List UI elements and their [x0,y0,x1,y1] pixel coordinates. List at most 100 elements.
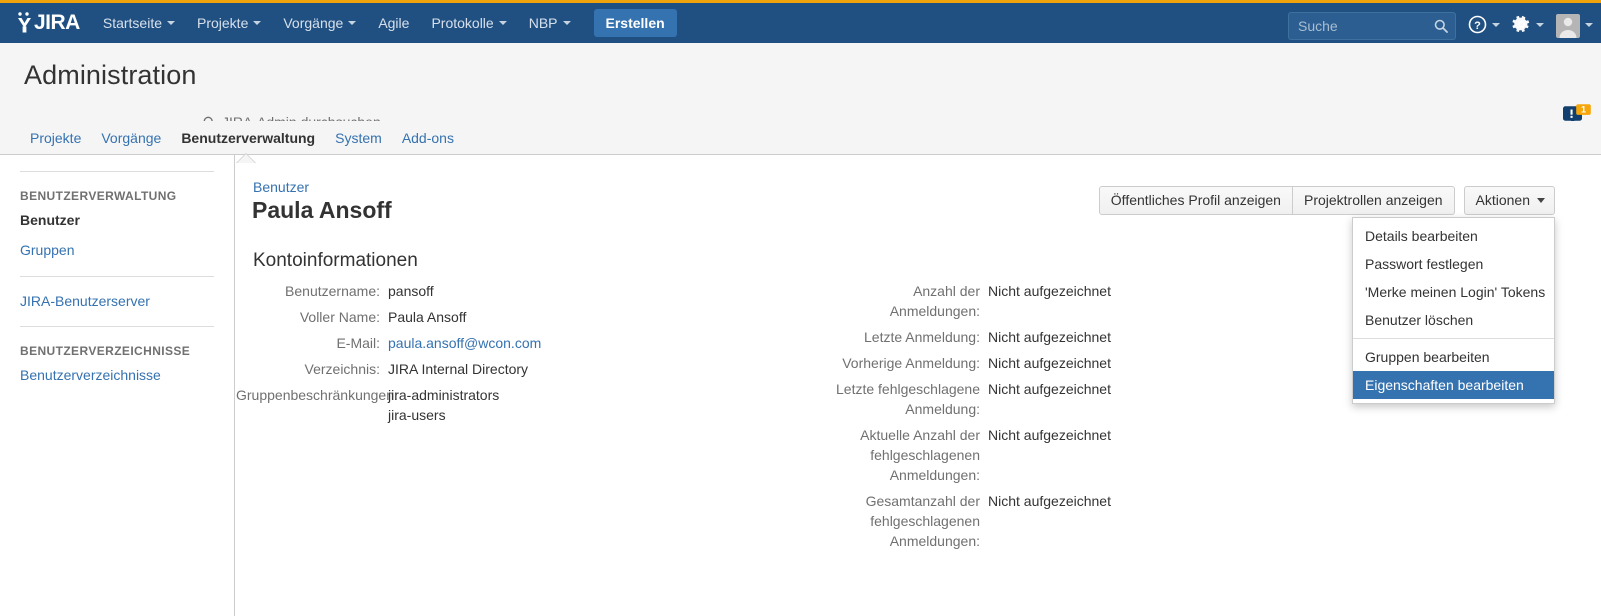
tab-projekte[interactable]: Projekte [20,130,91,146]
feedback-badge-count: 1 [1581,105,1587,116]
svg-text:?: ? [1474,20,1481,32]
nav-item-vorgaenge[interactable]: Vorgänge [272,3,367,43]
tab-benutzerverwaltung[interactable]: Benutzerverwaltung [171,130,325,146]
label-anzahl-anmeldungen: Anzahl der Anmeldungen: [889,283,980,319]
info-row-email: E-Mail: paula.ansoff@wcon.com [236,333,826,353]
sidebar-item-benutzerverzeichnisse[interactable]: Benutzerverzeichnisse [20,360,214,390]
view-buttons-group: Öffentliches Profil anzeigen Projektroll… [1098,186,1455,215]
main-content: Benutzer Paula Ansoff Kontoinformationen… [236,155,1601,616]
menu-item-merke-meinen-login-tokens[interactable]: 'Merke meinen Login' Tokens [1353,278,1554,306]
label-letzte-anmeldung: Letzte Anmeldung: [864,329,980,345]
sidebar-heading-benutzerverzeichnisse: BENUTZERVERZEICHNISSE [20,344,191,358]
admin-tab-bar: Projekte Vorgänge Benutzerverwaltung Sys… [0,121,1601,155]
label-letzte-fehlgeschlagene-anmeldung: Letzte fehlgeschlagene Anmeldung: [836,381,980,417]
top-nav-right-group: ? [1288,6,1593,46]
chevron-down-icon [498,21,507,26]
help-menu-button[interactable]: ? [1468,11,1500,41]
nav-item-nbp[interactable]: NBP [518,3,582,43]
menu-item-benutzer-loeschen[interactable]: Benutzer löschen [1353,306,1554,334]
nav-item-startseite[interactable]: Startseite [92,3,186,43]
menu-item-details-bearbeiten[interactable]: Details bearbeiten [1353,222,1554,250]
user-avatar-icon [1556,14,1580,38]
settings-menu-button[interactable] [1512,11,1544,41]
sidebar-group-benutzerverwaltung: BENUTZERVERWALTUNG Benutzer Gruppen [0,172,234,265]
value-letzte-fehlgeschlagene-anmeldung: Nicht aufgezeichnet [988,381,1111,397]
menu-item-eigenschaften-bearbeiten[interactable]: Eigenschaften bearbeiten [1353,371,1554,399]
view-public-profile-button[interactable]: Öffentliches Profil anzeigen [1098,186,1293,215]
active-tab-pointer [237,154,255,163]
top-nav-items: Startseite Projekte Vorgänge Agile Proto… [92,3,677,43]
chevron-down-icon [1536,23,1544,27]
actions-dropdown-menu: Details bearbeiten Passwort festlegen 'M… [1352,217,1555,404]
chevron-down-icon [348,21,357,26]
label-vorherige-anmeldung: Vorherige Anmeldung: [842,355,980,371]
menu-item-gruppen-bearbeiten[interactable]: Gruppen bearbeiten [1353,343,1554,371]
jira-logo-text: JIRA [34,11,80,34]
value-benutzername: pansoff [388,283,434,299]
account-info-right-column: Anzahl der Anmeldungen: Nicht aufgezeich… [836,281,1436,557]
chevron-down-icon [1492,23,1500,27]
info-row-verzeichnis: Verzeichnis: JIRA Internal Directory [236,359,826,379]
value-verzeichnis: JIRA Internal Directory [388,361,529,377]
top-navigation-bar: JIRA Startseite Projekte Vorgänge Agile … [0,0,1601,43]
chevron-down-icon [562,21,571,26]
value-letzte-anmeldung: Nicht aufgezeichnet [988,329,1111,345]
sidebar-group-benutzerverzeichnisse: BENUTZERVERZEICHNISSE Benutzerverzeichni… [0,327,234,390]
value-voller-name: Paula Ansoff [388,309,467,325]
nav-item-agile[interactable]: Agile [367,3,420,43]
sidebar-item-jira-benutzerserver[interactable]: JIRA-Benutzerserver [20,286,214,316]
nav-item-projekte[interactable]: Projekte [186,3,272,43]
chevron-down-icon [1585,23,1593,27]
value-vorherige-anmeldung: Nicht aufgezeichnet [988,355,1111,371]
section-title-kontoinformationen: Kontoinformationen [253,250,418,271]
info-row-benutzername: Benutzername: pansoff [236,281,826,301]
chevron-down-icon [1537,198,1545,203]
menu-separator [1353,338,1554,339]
tab-system[interactable]: System [325,130,392,146]
info-row-letzte-anmeldung: Letzte Anmeldung: Nicht aufgezeichnet [836,327,1436,347]
label-aktuelle-anzahl-fehlgeschlagen: Aktuelle Anzahl der fehlgeschlagenen Anm… [860,427,980,483]
page-title: Paula Ansoff [252,197,392,223]
group-name: jira-administrators [388,387,500,403]
global-search-input[interactable] [1289,13,1455,39]
label-voller-name: Voller Name: [299,309,380,325]
label-gruppenbeschraenkungen: Gruppenbeschränkungen: [236,387,398,403]
tab-vorgaenge[interactable]: Vorgänge [91,130,171,146]
user-profile-menu-button[interactable] [1556,11,1593,41]
info-row-vorherige-anmeldung: Vorherige Anmeldung: Nicht aufgezeichnet [836,353,1436,373]
info-row-letzte-fehlgeschlagene-anmeldung: Letzte fehlgeschlagene Anmeldung: Nicht … [836,379,1436,419]
breadcrumb-benutzer[interactable]: Benutzer [253,179,309,195]
account-info-left-column: Benutzername: pansoff Voller Name: Paula… [236,281,826,431]
admin-sidebar: BENUTZERVERWALTUNG Benutzer Gruppen JIRA… [0,155,235,616]
admin-header: Administration JIRA-Admin durchsuchen 1 [0,43,1601,130]
sidebar-group-benutzerserver: JIRA-Benutzerserver [0,277,234,316]
jira-logo[interactable]: JIRA [16,11,80,35]
label-benutzername: Benutzername: [285,283,380,299]
menu-item-passwort-festlegen[interactable]: Passwort festlegen [1353,250,1554,278]
sidebar-heading-benutzerverwaltung: BENUTZERVERWALTUNG [20,189,177,203]
nav-item-protokolle[interactable]: Protokolle [420,3,517,43]
label-gesamtanzahl-fehlgeschlagen: Gesamtanzahl der fehlgeschlagenen Anmeld… [865,493,980,549]
email-link[interactable]: paula.ansoff@wcon.com [388,335,541,351]
info-row-voller-name: Voller Name: Paula Ansoff [236,307,826,327]
info-row-gruppenbeschraenkungen: Gruppenbeschränkungen: jira-administrato… [236,385,826,425]
sidebar-item-gruppen[interactable]: Gruppen [20,235,214,265]
actions-button-label: Aktionen [1475,192,1530,208]
view-project-roles-button[interactable]: Projektrollen anzeigen [1292,186,1455,215]
info-row-anzahl-anmeldungen: Anzahl der Anmeldungen: Nicht aufgezeich… [836,281,1436,321]
value-aktuelle-anzahl-fehlgeschlagen: Nicht aufgezeichnet [988,427,1111,443]
value-anzahl-anmeldungen: Nicht aufgezeichnet [988,283,1111,299]
actions-dropdown-button[interactable]: Aktionen [1463,186,1555,215]
user-actions-toolbar: Öffentliches Profil anzeigen Projektroll… [1098,186,1555,215]
chevron-down-icon [167,21,175,26]
value-gruppenbeschraenkungen: jira-administrators jira-users [388,385,499,425]
create-button[interactable]: Erstellen [593,9,677,37]
global-search-box[interactable] [1288,12,1456,40]
jira-logo-mark-icon [16,11,33,35]
value-email-container: paula.ansoff@wcon.com [388,333,541,353]
tab-add-ons[interactable]: Add-ons [392,130,464,146]
value-gesamtanzahl-fehlgeschlagen: Nicht aufgezeichnet [988,493,1111,509]
info-row-aktuelle-anzahl-fehlgeschlagen: Aktuelle Anzahl der fehlgeschlagenen Anm… [836,425,1436,485]
info-row-gesamtanzahl-fehlgeschlagen: Gesamtanzahl der fehlgeschlagenen Anmeld… [836,491,1436,551]
sidebar-item-benutzer[interactable]: Benutzer [20,205,214,235]
